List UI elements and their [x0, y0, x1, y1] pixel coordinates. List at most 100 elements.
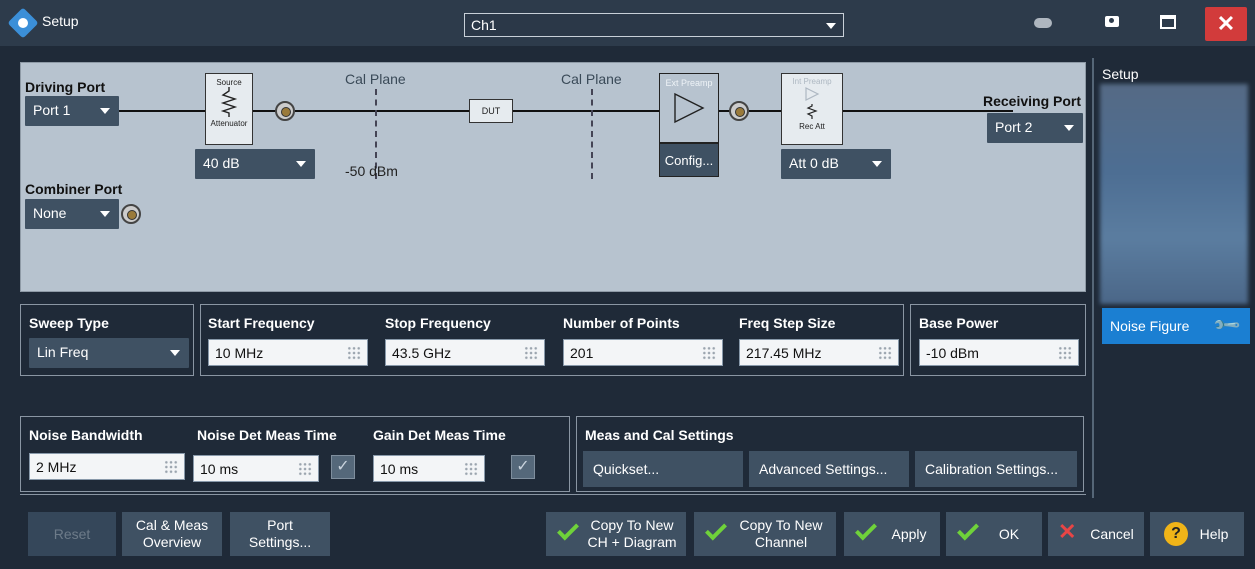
calibration-settings-button[interactable]: Calibration Settings...	[915, 451, 1077, 487]
combiner-port-label: Combiner Port	[25, 181, 123, 197]
divider	[20, 494, 1086, 495]
start-frequency-field[interactable]: 10 MHz	[208, 339, 368, 366]
close-icon: ✕	[1058, 519, 1077, 544]
noise-figure-button[interactable]: Noise Figure 🔧	[1102, 308, 1250, 344]
keypad-icon[interactable]	[464, 462, 478, 476]
sweep-type-select[interactable]: Lin Freq	[29, 338, 189, 368]
wrench-icon: 🔧	[1211, 310, 1242, 341]
config-button[interactable]: Config...	[659, 143, 719, 177]
copy-to-new-ch-diagram-button[interactable]: Copy To New CH + Diagram	[546, 512, 686, 556]
help-button[interactable]: ? Help	[1150, 512, 1244, 556]
stop-frequency-value: 43.5 GHz	[392, 345, 452, 361]
keypad-icon[interactable]	[164, 460, 178, 474]
keypad-icon[interactable]	[1058, 346, 1072, 360]
title-bar: Setup Ch1 ✕	[0, 0, 1255, 46]
cancel-label: Cancel	[1090, 526, 1134, 542]
source-attenuation-select[interactable]: 40 dB	[195, 149, 315, 179]
chevron-down-icon	[100, 108, 110, 114]
port-connector-icon	[729, 101, 749, 121]
combiner-port-value: None	[33, 205, 67, 221]
gain-det-meas-time-field[interactable]: 10 ms	[373, 455, 485, 482]
cal-meas-overview-button[interactable]: Cal & Meas Overview	[122, 512, 222, 556]
noise-det-meas-time-value: 10 ms	[200, 461, 239, 477]
wire	[843, 110, 1013, 112]
rec-att-icon	[805, 87, 820, 119]
maximize-icon[interactable]	[1160, 15, 1176, 29]
keypad-icon[interactable]	[524, 346, 538, 360]
wire	[295, 110, 469, 112]
chevron-down-icon	[170, 350, 180, 356]
meas-cal-settings-group: Meas and Cal Settings Quickset... Advanc…	[576, 416, 1084, 492]
port-settings-label-1: Port	[267, 517, 293, 533]
channel-select[interactable]: Ch1	[464, 13, 844, 37]
chevron-down-icon	[296, 161, 306, 167]
toggle-icon[interactable]	[1034, 18, 1052, 28]
copy-ch-diagram-label-1: Copy To New	[590, 517, 674, 533]
cal-plane-2-label: Cal Plane	[561, 71, 622, 87]
camera-icon[interactable]	[1105, 16, 1119, 27]
sweep-type-value: Lin Freq	[37, 344, 89, 360]
chevron-down-icon	[1064, 125, 1074, 131]
copy-ch-diagram-label-2: CH + Diagram	[587, 534, 677, 550]
ok-button[interactable]: OK	[946, 512, 1042, 556]
base-power-field[interactable]: -10 dBm	[919, 339, 1079, 366]
attenuator-label: Attenuator	[210, 119, 248, 128]
noise-det-meas-time-field[interactable]: 10 ms	[193, 455, 319, 482]
gain-det-auto-checkbox[interactable]: ✓	[511, 455, 535, 479]
base-power-label: Base Power	[919, 315, 999, 331]
noise-bandwidth-value: 2 MHz	[36, 459, 77, 475]
chevron-down-icon	[872, 161, 882, 167]
check-icon	[705, 518, 727, 541]
cal-plane-line	[591, 89, 593, 179]
gain-det-meas-time-label: Gain Det Meas Time	[373, 427, 506, 443]
cal-meas-overview-label-1: Cal & Meas	[135, 517, 209, 533]
noise-det-meas-time-label: Noise Det Meas Time	[197, 427, 337, 443]
wire	[119, 110, 205, 112]
copy-to-new-channel-button[interactable]: Copy To New Channel	[694, 512, 836, 556]
int-preamp-block: Int Preamp Rec Att	[781, 73, 843, 145]
freq-step-size-field[interactable]: 217.45 MHz	[739, 339, 899, 366]
check-icon	[557, 518, 579, 541]
keypad-icon[interactable]	[702, 346, 716, 360]
freq-step-size-value: 217.45 MHz	[746, 345, 822, 361]
combiner-port-select[interactable]: None	[25, 199, 119, 229]
receiving-port-value: Port 2	[995, 119, 1033, 135]
gain-det-meas-time-value: 10 ms	[380, 461, 419, 477]
stop-frequency-label: Stop Frequency	[385, 315, 491, 331]
noise-bandwidth-field[interactable]: 2 MHz	[29, 453, 185, 480]
keypad-icon[interactable]	[878, 346, 892, 360]
base-power-group: Base Power -10 dBm	[910, 304, 1086, 376]
noise-det-auto-checkbox[interactable]: ✓	[331, 455, 355, 479]
start-frequency-value: 10 MHz	[215, 345, 264, 361]
port-settings-button[interactable]: Port Settings...	[230, 512, 330, 556]
quickset-button[interactable]: Quickset...	[583, 451, 743, 487]
rec-att-label: Rec Att	[799, 122, 825, 131]
driving-port-select[interactable]: Port 1	[25, 96, 119, 126]
sweep-type-label: Sweep Type	[29, 315, 109, 331]
rec-att-select[interactable]: Att 0 dB	[781, 149, 891, 179]
ext-preamp-label: Ext Preamp	[665, 78, 713, 88]
wire	[513, 110, 659, 112]
apply-label: Apply	[891, 526, 927, 542]
start-frequency-label: Start Frequency	[208, 315, 315, 331]
setup-side-panel: Setup Noise Figure 🔧	[1092, 58, 1255, 498]
driving-port-value: Port 1	[33, 102, 71, 118]
number-of-points-field[interactable]: 201	[563, 339, 723, 366]
keypad-icon[interactable]	[347, 346, 361, 360]
port-connector-icon	[275, 101, 295, 121]
stop-frequency-field[interactable]: 43.5 GHz	[385, 339, 545, 366]
power-level: -50 dBm	[345, 163, 398, 179]
source-label: Source	[216, 78, 242, 87]
frequency-group: Start Frequency 10 MHz Stop Frequency 43…	[200, 304, 904, 376]
copy-channel-label-2: Channel	[754, 534, 808, 550]
close-button[interactable]: ✕	[1205, 7, 1247, 41]
receiving-port-select[interactable]: Port 2	[987, 113, 1083, 143]
apply-button[interactable]: Apply	[844, 512, 940, 556]
ok-label: OK	[998, 526, 1020, 542]
source-attenuator-block: Source Attenuator	[205, 73, 253, 145]
cancel-button[interactable]: ✕ Cancel	[1048, 512, 1144, 556]
keypad-icon[interactable]	[298, 462, 312, 476]
cal-plane-label: Cal Plane	[345, 71, 406, 87]
advanced-settings-button[interactable]: Advanced Settings...	[749, 451, 909, 487]
reset-button[interactable]: Reset	[28, 512, 116, 556]
